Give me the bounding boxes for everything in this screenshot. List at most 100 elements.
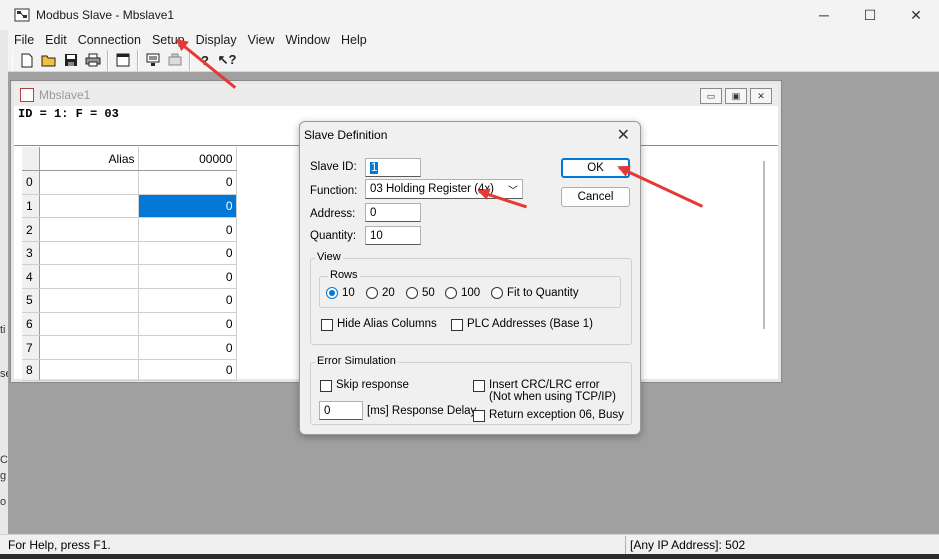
maximize-button[interactable]: ☐ [847,0,893,30]
table-row: 0 0 [22,170,237,195]
row-header[interactable]: 0 [22,170,40,195]
value-cell[interactable]: 0 [138,217,237,242]
alias-cell[interactable] [39,217,139,242]
child-close-button[interactable]: ✕ [750,88,772,104]
save-icon[interactable] [62,51,80,69]
row-header[interactable]: 8 [22,359,40,381]
row-header[interactable]: 2 [22,217,40,242]
status-bar: For Help, press F1. [Any IP Address]: 50… [0,534,939,554]
row-header[interactable]: 3 [22,241,40,266]
disconnect-icon[interactable] [166,51,184,69]
rows-fit-radio[interactable]: Fit to Quantity [491,287,579,299]
toolbar: ? ↖? [8,49,939,72]
table-row: 7 0 [22,335,237,360]
view-group: View Rows 10 20 50 100 Fit to Quantity H… [310,251,632,345]
menu-bar: File Edit Connection Setup Display View … [0,30,939,49]
open-icon[interactable] [40,51,58,69]
value-cell[interactable]: 0 [138,312,237,337]
menu-connection[interactable]: Connection [78,33,141,47]
slave-window-title-bar: Mbslave1 ▭ ▣ ✕ [14,84,778,106]
alias-cell[interactable] [39,335,139,360]
chevron-down-icon: ﹀ [508,185,518,197]
value-cell[interactable]: 0 [138,288,237,313]
vertical-scrollbar[interactable] [763,161,765,329]
slave-window-icon [20,88,34,102]
menu-file[interactable]: File [14,33,34,47]
dialog-close-button[interactable]: ✕ [617,125,630,145]
address-field[interactable]: 0 [365,203,421,222]
value-cell[interactable]: 0 [138,359,237,381]
menu-help[interactable]: Help [341,33,367,47]
context-help-icon[interactable]: ↖? [218,51,237,69]
hide-alias-checkbox[interactable]: Hide Alias Columns [321,318,437,331]
slave-window-title: Mbslave1 [39,88,91,102]
response-delay-field[interactable]: 0 [319,401,363,420]
connect-icon[interactable] [144,51,162,69]
row-header[interactable]: 6 [22,312,40,337]
error-simulation-group: Error Simulation Skip response Insert CR… [310,355,632,425]
alias-cell[interactable] [39,359,139,381]
child-minimize-button[interactable]: ▭ [700,88,722,104]
table-header: Alias 00000 [22,147,237,172]
menu-window[interactable]: Window [286,33,330,47]
print-icon[interactable] [84,51,102,69]
insert-crc-checkbox[interactable]: Insert CRC/LRC error (Not when using TCP… [473,379,616,403]
value-cell[interactable]: 0 [138,170,237,195]
alias-cell[interactable] [39,312,139,337]
window-icon[interactable] [114,51,132,69]
row-header[interactable]: 5 [22,288,40,313]
rows-10-radio[interactable]: 10 [326,287,355,299]
table-row: 4 0 [22,264,237,290]
plc-addresses-checkbox[interactable]: PLC Addresses (Base 1) [451,318,593,331]
corner-cell [22,147,40,172]
table-row: 3 0 [22,241,237,266]
slave-id-field[interactable]: 1 [365,158,421,177]
row-header[interactable]: 7 [22,335,40,360]
menu-view[interactable]: View [248,33,275,47]
value-cell-selected[interactable]: 0 [138,194,237,219]
slave-definition-dialog: Slave Definition ✕ Slave ID: 1 Function:… [299,121,641,435]
value-column-header[interactable]: 00000 [138,147,237,172]
cancel-button[interactable]: Cancel [561,187,630,207]
window-title: Modbus Slave - Mbslave1 [36,8,175,22]
return-exception-checkbox[interactable]: Return exception 06, Busy [473,409,624,422]
rows-group-label: Rows [328,269,360,281]
alias-cell[interactable] [39,194,139,219]
table-row: 8 0 [22,359,237,381]
background-window-edge: ti se C g o [0,30,12,534]
rows-20-radio[interactable]: 20 [366,287,395,299]
alias-cell[interactable] [39,264,139,290]
rows-50-radio[interactable]: 50 [406,287,435,299]
value-cell[interactable]: 0 [138,264,237,290]
modbus-app-icon [14,8,30,22]
alias-cell[interactable] [39,288,139,313]
minimize-button[interactable]: ─ [801,0,847,30]
skip-response-checkbox[interactable]: Skip response [320,379,409,392]
register-table: Alias 00000 0 0 1 0 2 0 3 0 4 0 5 0 6 0 … [22,147,237,381]
child-restore-button[interactable]: ▣ [725,88,747,104]
status-help-text: For Help, press F1. [8,537,111,552]
table-row: 2 0 [22,217,237,242]
close-button[interactable]: ✕ [893,0,939,30]
rows-100-radio[interactable]: 100 [445,287,480,299]
quantity-field[interactable]: 10 [365,226,421,245]
row-header[interactable]: 4 [22,264,40,290]
alias-cell[interactable] [39,241,139,266]
alias-column-header[interactable]: Alias [39,147,139,172]
table-row: 6 0 [22,312,237,337]
table-row: 1 0 [22,194,237,219]
quantity-label: Quantity: [310,230,357,242]
row-header[interactable]: 1 [22,194,40,219]
slave-id-label: Slave ID: [310,161,357,173]
table-row: 5 0 [22,288,237,313]
new-icon[interactable] [18,51,36,69]
menu-edit[interactable]: Edit [45,33,67,47]
taskbar-edge [0,554,939,559]
alias-cell[interactable] [39,170,139,195]
value-cell[interactable]: 0 [138,241,237,266]
title-bar: Modbus Slave - Mbslave1 ─ ☐ ✕ [0,0,939,30]
value-cell[interactable]: 0 [138,335,237,360]
dialog-title: Slave Definition [304,128,388,142]
menu-display[interactable]: Display [196,33,237,47]
radio-selected-icon [326,287,338,299]
